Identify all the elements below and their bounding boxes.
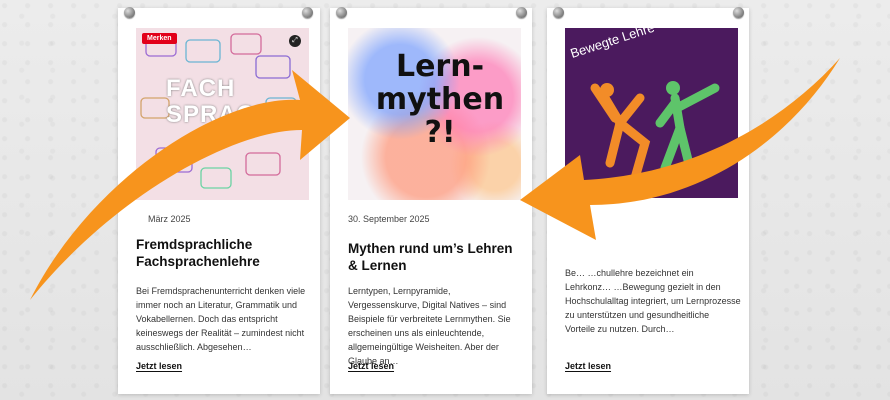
article-image[interactable]: Bewegte Lehre — [565, 28, 738, 198]
article-excerpt: Be… …chullehre bezeichnet ein Lehrkonz… … — [565, 268, 741, 334]
article-title[interactable]: Mythen rund um’s Lehren & Lernen — [348, 240, 524, 274]
read-more-link[interactable]: Jetzt lesen — [565, 361, 611, 371]
image-caption: Lern-mythen ?! — [375, 49, 505, 150]
pin-icon — [336, 7, 347, 18]
expand-icon[interactable]: ⤢ — [289, 35, 301, 47]
article-card[interactable]: Bewegte Lehre Be… …chullehre bezeichnet … — [547, 8, 749, 394]
article-date: 30. September 2025 — [348, 214, 430, 224]
pin-icon — [733, 7, 744, 18]
image-caption: FACH SPRACH — [166, 75, 274, 128]
pin-icon — [302, 7, 313, 18]
pin-icon — [516, 7, 527, 18]
read-more-link[interactable]: Jetzt lesen — [136, 361, 182, 371]
article-image[interactable]: Lern-mythen ?! — [348, 28, 521, 200]
article-card[interactable]: Merken ⤢ FACH SPRACH März 2025 Fremdspra… — [118, 8, 320, 394]
pin-icon — [124, 7, 135, 18]
article-card[interactable]: Lern-mythen ?! 30. September 2025 Mythen… — [330, 8, 532, 394]
article-excerpt: Lerntypen, Lernpyramide, Vergessenskurve… — [348, 286, 511, 366]
pin-icon — [553, 7, 564, 18]
article-date: März 2025 — [148, 214, 191, 224]
article-excerpt: Bei Fremdsprachenunterricht denken viele… — [136, 286, 306, 352]
article-title[interactable]: Fremdsprachliche Fachsprachenlehre — [136, 236, 312, 270]
bookmark-badge[interactable]: Merken — [142, 33, 177, 44]
dancers-illustration — [590, 81, 720, 183]
article-image[interactable]: Merken ⤢ FACH SPRACH — [136, 28, 309, 200]
read-more-link[interactable]: Jetzt lesen — [348, 361, 394, 371]
